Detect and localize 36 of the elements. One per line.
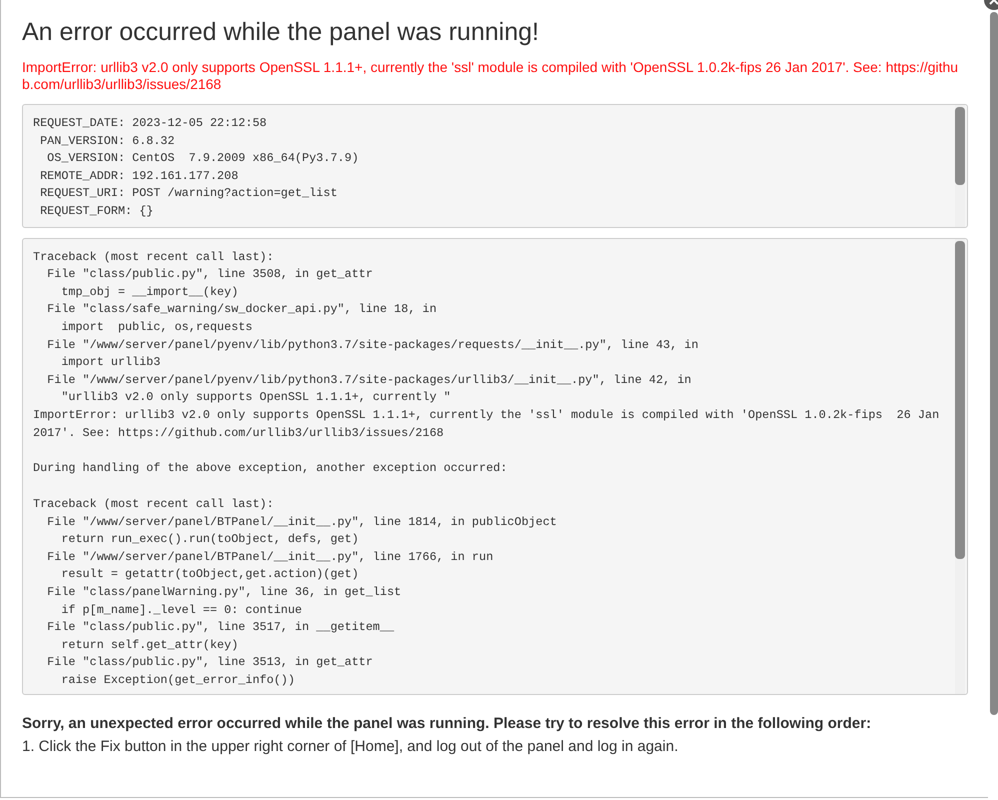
scrollbar[interactable] (955, 238, 965, 694)
scrollbar[interactable] (955, 105, 965, 227)
code-line: Traceback (most recent call last): (33, 248, 275, 266)
code-line: During handling of the above exception, another exception occurred: (33, 460, 508, 478)
code-line: Traceback (most recent call last): (33, 496, 275, 514)
code-line: PAN_VERSION: 6.8.32 (39, 132, 176, 150)
code-line: REMOTE_ADDR: 192.161.177.208 (39, 168, 240, 185)
code-line: REQUEST_FORM: {} (39, 202, 154, 220)
code-line: File "/www/server/panel/pyenv/lib/python3.7/site-packages/requests/__init__.py", line 43, in (46, 336, 700, 354)
code-line: result = getattr(toObject,get.action)(get) (60, 566, 360, 584)
code-line: File "class/public.py", line 3517, in __getitem__ (46, 619, 396, 636)
code-line: OS_VERSION: CentOS 7.9.2009 x86_64(Py3.7.9) (46, 150, 360, 168)
advice-heading: Sorry, an unexpected error occurred while the panel was running. Please try to resolve this error in the following order: (22, 714, 872, 734)
code-line: raise Exception(get_error_info()) (60, 672, 296, 689)
code-line: return self.get_attr(key) (60, 636, 240, 654)
code-line: tmp_obj = __import__(key) (60, 284, 240, 301)
code-line: return run_exec().run(toObject, defs, get) (60, 531, 360, 548)
code-line: File "class/panelWarning.py", line 36, in get_list (46, 584, 402, 602)
code-line: if p[m_name]._level == 0: continue (60, 602, 304, 619)
advice-step: 1. Click the Fix button in the upper right corner of [Home], and log out of the panel and log in again. (22, 734, 968, 758)
code-line: ImportError: urllib3 v2.0 only supports OpenSSL 1.1.1+, currently the 'ssl' module is compiled with 'OpenSSL 1.0.2k-fips 26 Jan (33, 406, 940, 424)
error-message: ImportError: urllib3 v2.0 only supports OpenSSL 1.1.1+, currently the 'ssl' module is compiled with 'OpenSSL 1.0.2k-fips 26 Jan 2017'. See: https://github.com/urllib3/urllib3/issues/2168 (22, 59, 960, 93)
code-line: File "/www/server/panel/BTPanel/__init__.py", line 1766, in run (46, 548, 494, 566)
code-line: File "class/safe_warning/sw_docker_api.py", line 18, in (46, 301, 438, 318)
code-line: File "/www/server/panel/BTPanel/__init__.py", line 1814, in publicObject (46, 514, 558, 531)
code-line: import urllib3 (60, 354, 162, 372)
code-line: "urllib3 v2.0 only supports OpenSSL 1.1.1+, currently " (60, 389, 452, 406)
dialog-title: An error occurred while the panel was running! (22, 20, 540, 45)
code-line: REQUEST_URI: POST /warning?action=get_list (39, 185, 338, 202)
code-line: 2017'. See: https://github.com/urllib3/urllib3/issues/2168 (33, 424, 445, 442)
code-line: File "class/public.py", line 3513, in get_attr (46, 654, 374, 672)
code-line: REQUEST_DATE: 2023-12-05 22:12:58 (33, 115, 268, 132)
code-line: File "/www/server/panel/pyenv/lib/python3.7/site-packages/urllib3/__init__.py", line 42, in (46, 372, 692, 389)
code-line: import public, os,requests (60, 318, 254, 336)
scrollbar[interactable] (990, 12, 998, 715)
code-line: File "class/public.py", line 3508, in get_attr (46, 266, 374, 284)
